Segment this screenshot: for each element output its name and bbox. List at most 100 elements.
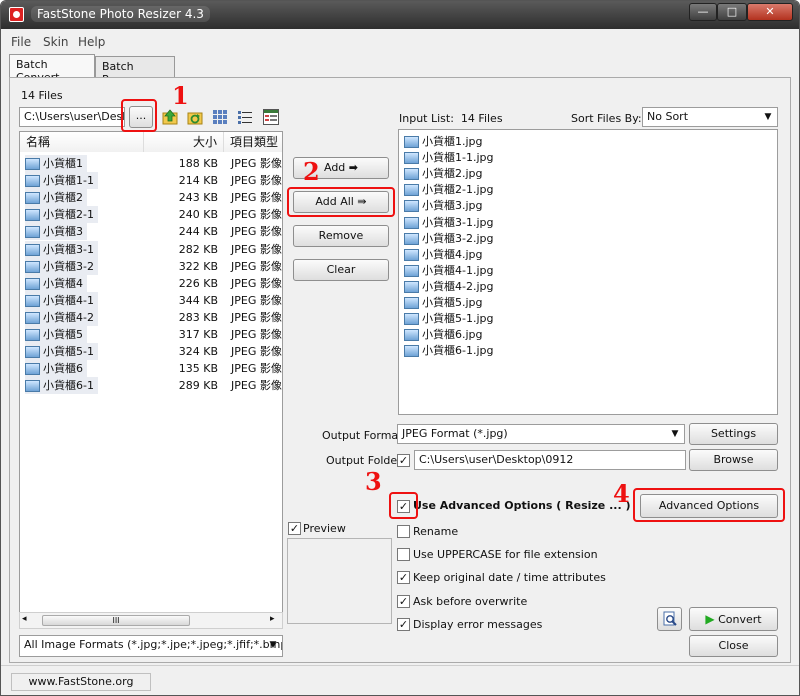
tab-batch-convert[interactable]: Batch Convert — [9, 54, 95, 84]
convert-button[interactable]: ▶ Convert — [689, 607, 778, 631]
file-size: 214 KB — [178, 174, 218, 188]
file-name: 小貨櫃1 — [43, 157, 83, 170]
sort-files-dropdown[interactable]: No Sort ▼ — [642, 107, 778, 127]
browse-output-button[interactable]: Browse — [689, 449, 778, 471]
file-type: JPEG 影像 — [231, 293, 282, 307]
list-item[interactable]: 小貨櫃4.jpg — [404, 246, 483, 263]
file-name: 小貨櫃2-1 — [43, 208, 94, 222]
uppercase-checkbox[interactable] — [397, 548, 410, 561]
table-row[interactable]: 小貨櫃3 244 KB JPEG 影像 — [20, 223, 282, 241]
image-file-icon — [25, 158, 40, 170]
add-all-button[interactable]: Add All ⇛ — [293, 191, 389, 213]
list-item[interactable]: 小貨櫃2-1.jpg — [404, 181, 493, 198]
close-button[interactable]: Close — [689, 635, 778, 657]
file-type: JPEG 影像 — [231, 259, 282, 273]
view-details-icon[interactable] — [263, 109, 279, 125]
file-format-filter[interactable]: All Image Formats (*.jpg;*.jpe;*.jpeg;*.… — [19, 635, 283, 657]
input-file-name: 小貨櫃3.jpg — [422, 199, 483, 213]
advanced-options-button[interactable]: Advanced Options — [640, 494, 778, 518]
output-folder-field[interactable]: C:\Users\user\Desktop\0912 — [414, 450, 686, 470]
ask-overwrite-checkbox[interactable]: ✓ — [397, 595, 410, 608]
table-row[interactable]: 小貨櫃6-1 289 KB JPEG 影像 — [20, 377, 282, 395]
close-window-button[interactable]: ✕ — [747, 3, 793, 21]
table-row[interactable]: 小貨櫃4-1 344 KB JPEG 影像 — [20, 291, 282, 309]
image-file-icon — [404, 280, 419, 293]
output-format-dropdown[interactable]: JPEG Format (*.jpg) ▼ — [397, 424, 685, 444]
menu-skin[interactable]: Skin — [43, 35, 69, 49]
list-item[interactable]: 小貨櫃1-1.jpg — [404, 149, 493, 166]
folder-path-field[interactable]: C:\Users\user\Deskt — [19, 107, 125, 127]
file-name: 小貨櫃4-1 — [43, 293, 94, 307]
view-thumbnails-icon[interactable] — [212, 109, 228, 125]
table-row[interactable]: 小貨櫃1-1 214 KB JPEG 影像 — [20, 172, 282, 190]
view-list-icon[interactable] — [237, 109, 253, 125]
table-row[interactable]: 小貨櫃5 317 KB JPEG 影像 — [20, 326, 282, 343]
list-item[interactable]: 小貨櫃4-1.jpg — [404, 262, 493, 279]
input-list-label: Input List: 14 Files — [399, 112, 503, 125]
folder-file-list[interactable]: 名稱 大小 項目類型 小貨櫃1 188 KB JPEG 影像 小貨櫃1-1 214 KB… — [19, 131, 283, 629]
image-file-icon — [25, 311, 40, 324]
advanced-options-checkbox[interactable]: ✓ — [397, 500, 410, 513]
table-row[interactable]: 小貨櫃3-1 282 KB JPEG 影像 — [20, 240, 282, 258]
rename-checkbox[interactable] — [397, 525, 410, 538]
input-file-name: 小貨櫃4-2.jpg — [422, 279, 494, 293]
display-errors-checkbox[interactable]: ✓ — [397, 618, 410, 631]
list-item[interactable]: 小貨櫃4-2.jpg — [404, 278, 493, 295]
annotation-number-4: 4 — [613, 479, 630, 508]
rename-label: Rename — [413, 525, 459, 538]
preview-button[interactable] — [657, 607, 682, 631]
menu-file[interactable]: File — [11, 35, 31, 49]
image-file-icon — [404, 136, 419, 148]
preview-checkbox[interactable]: ✓ — [288, 522, 301, 535]
scroll-thumb[interactable]: III — [42, 615, 190, 626]
file-size: 226 KB — [178, 276, 218, 290]
image-file-icon — [25, 277, 40, 290]
scroll-right-icon[interactable]: ▸ — [270, 614, 275, 624]
file-count-label: 14 Files — [21, 89, 63, 102]
image-file-icon — [25, 380, 40, 393]
list-item[interactable]: 小貨櫃3-2.jpg — [404, 230, 493, 247]
table-row[interactable]: 小貨櫃5-1 324 KB JPEG 影像 — [20, 343, 282, 361]
list-item[interactable]: 小貨櫃3-1.jpg — [404, 214, 493, 231]
file-size: 344 KB — [178, 293, 218, 307]
list-item[interactable]: 小貨櫃2.jpg — [404, 165, 483, 182]
clear-button[interactable]: Clear — [293, 259, 389, 281]
table-row[interactable]: 小貨櫃6 135 KB JPEG 影像 — [20, 360, 282, 378]
menu-help[interactable]: Help — [78, 35, 105, 49]
minimize-button[interactable]: — — [689, 3, 717, 21]
list-item[interactable]: 小貨櫃6-1.jpg — [404, 342, 493, 359]
file-name: 小貨櫃5-1 — [43, 345, 94, 359]
folder-refresh-icon[interactable] — [187, 109, 203, 125]
annotation-number-1: 1 — [172, 81, 189, 110]
list-item[interactable]: 小貨櫃6.jpg — [404, 326, 483, 343]
table-row[interactable]: 小貨櫃2 243 KB JPEG 影像 — [20, 189, 282, 207]
column-type[interactable]: 項目類型 — [224, 132, 282, 152]
list-item[interactable]: 小貨櫃5.jpg — [404, 294, 483, 311]
browse-folder-button[interactable]: ... — [129, 106, 153, 128]
table-row[interactable]: 小貨櫃1 188 KB JPEG 影像 — [20, 155, 282, 172]
list-item[interactable]: 小貨櫃5-1.jpg — [404, 310, 493, 327]
keep-date-checkbox[interactable]: ✓ — [397, 571, 410, 584]
settings-button[interactable]: Settings — [689, 423, 778, 445]
table-row[interactable]: 小貨櫃4-2 283 KB JPEG 影像 — [20, 308, 282, 326]
output-folder-checkbox[interactable]: ✓ — [397, 454, 410, 467]
horizontal-scrollbar[interactable]: ◂ III ▸ — [19, 612, 283, 629]
column-size[interactable]: 大小 — [144, 132, 224, 152]
website-link[interactable]: www.FastStone.org — [11, 673, 151, 691]
file-type: JPEG 影像 — [231, 225, 282, 239]
list-item[interactable]: 小貨櫃1.jpg — [404, 133, 483, 150]
file-name: 小貨櫃6-1 — [43, 379, 94, 393]
input-file-list[interactable]: 小貨櫃1.jpg 小貨櫃1-1.jpg 小貨櫃2.jpg 小貨櫃2-1.jpg 小貨櫃3… — [398, 129, 778, 415]
remove-button[interactable]: Remove — [293, 225, 389, 247]
tab-batch-rename[interactable]: Batch Rename — [95, 56, 175, 86]
maximize-button[interactable]: □ — [717, 3, 747, 21]
image-file-icon — [404, 168, 419, 181]
scroll-left-icon[interactable]: ◂ — [22, 614, 27, 624]
table-row[interactable]: 小貨櫃2-1 240 KB JPEG 影像 — [20, 206, 282, 224]
list-item[interactable]: 小貨櫃3.jpg — [404, 197, 483, 214]
table-row[interactable]: 小貨櫃4 226 KB JPEG 影像 — [20, 274, 282, 292]
table-row[interactable]: 小貨櫃3-2 322 KB JPEG 影像 — [20, 257, 282, 275]
folder-up-icon[interactable] — [162, 109, 178, 125]
column-name[interactable]: 名稱 — [20, 132, 144, 152]
image-file-icon — [25, 192, 40, 205]
